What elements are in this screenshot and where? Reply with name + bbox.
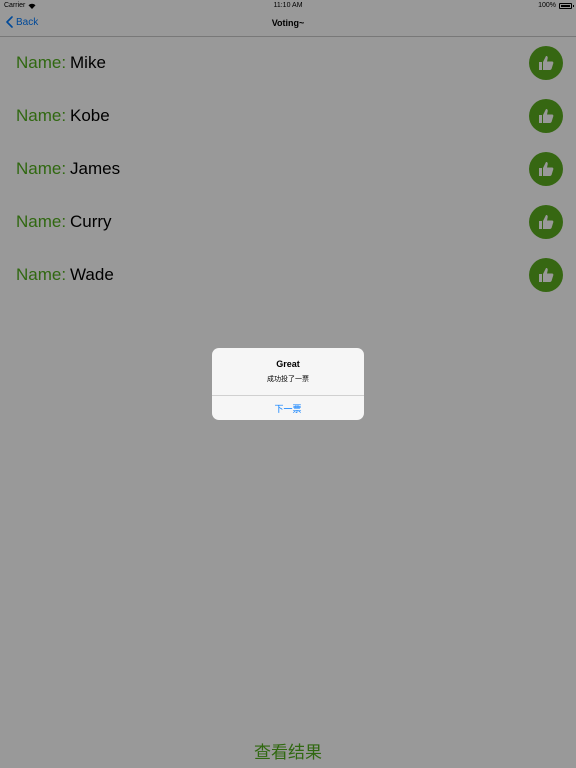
alert-title: Great	[276, 359, 300, 369]
alert-message: 成功投了一票	[267, 376, 309, 383]
next-vote-button[interactable]: 下一票	[212, 396, 364, 420]
app-screen: Carrier 11:10 AM 100% Back Voting~ Name:…	[0, 0, 576, 768]
alert-dialog: Great 成功投了一票 下一票	[212, 348, 364, 420]
